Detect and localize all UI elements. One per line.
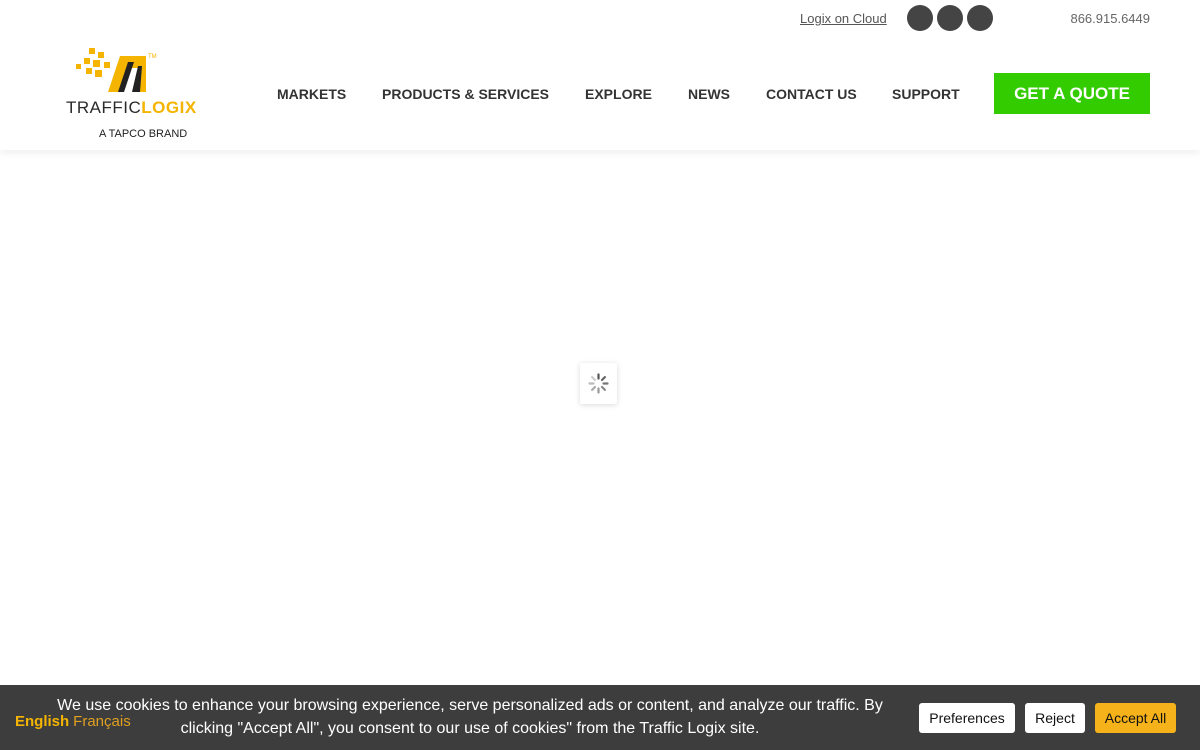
svg-text:TM: TM — [148, 54, 157, 60]
reject-button[interactable]: Reject — [1025, 703, 1085, 733]
spinner-icon — [588, 373, 609, 394]
preferences-button[interactable]: Preferences — [919, 703, 1015, 733]
nav-contact-us[interactable]: CONTACT US — [766, 86, 857, 102]
logix-on-cloud-link[interactable]: Logix on Cloud — [800, 11, 887, 26]
accept-all-button[interactable]: Accept All — [1095, 703, 1176, 733]
logo[interactable]: TM TRAFFICLOGIX A TAPCO BRAND — [62, 46, 196, 146]
nav-markets[interactable]: MARKETS — [277, 86, 346, 102]
nav-support[interactable]: SUPPORT — [892, 86, 960, 102]
get-a-quote-button[interactable]: GET A QUOTE — [994, 73, 1150, 114]
social-icon[interactable] — [937, 5, 963, 31]
site-header: TM TRAFFICLOGIX A TAPCO BRAND MARKETS PR… — [0, 38, 1200, 150]
utility-bar: Logix on Cloud 866.915.6449 — [0, 0, 1200, 38]
logo-mark-icon: TM — [76, 48, 157, 92]
nav-explore[interactable]: EXPLORE — [585, 86, 652, 102]
loading-spinner — [580, 363, 617, 404]
social-icon[interactable] — [967, 5, 993, 31]
logo-tagline: A TAPCO BRAND — [99, 128, 188, 140]
cookie-consent-bar: English Français We use cookies to enhanc… — [0, 685, 1200, 750]
logo-wordmark: TRAFFICLOGIX — [66, 98, 197, 117]
social-icon[interactable] — [907, 5, 933, 31]
cookie-message: We use cookies to enhance your browsing … — [57, 697, 883, 737]
phone-number[interactable]: 866.915.6449 — [1070, 11, 1150, 26]
nav-news[interactable]: NEWS — [688, 86, 730, 102]
nav-products-services[interactable]: PRODUCTS & SERVICES — [382, 86, 549, 102]
